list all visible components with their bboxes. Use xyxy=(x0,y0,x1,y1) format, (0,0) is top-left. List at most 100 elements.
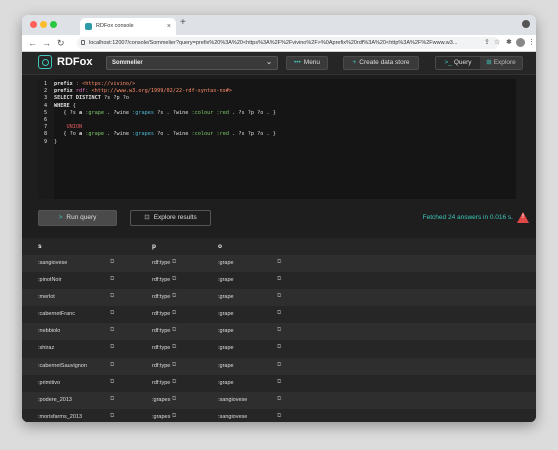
back-arrow-icon[interactable]: ← xyxy=(28,36,37,50)
table-cell[interactable]: :grapes xyxy=(152,414,170,420)
table-cell[interactable]: :grape xyxy=(218,277,234,283)
maximize-window-button[interactable] xyxy=(50,21,57,28)
tab-query[interactable]: >_ Query xyxy=(436,57,480,69)
code-line: 9} xyxy=(44,138,58,145)
table-cell[interactable]: :morisfarms_2013 xyxy=(38,414,82,420)
table-cell[interactable]: :primitivo xyxy=(38,380,60,386)
copy-icon[interactable]: ⧉ xyxy=(110,276,117,283)
table-cell[interactable]: rdf:type xyxy=(152,363,170,369)
table-cell[interactable]: :grape xyxy=(218,328,234,334)
table-cell[interactable]: rdf:type xyxy=(152,277,170,283)
table-cell[interactable]: :grape xyxy=(218,380,234,386)
run-query-button[interactable]: > Run query xyxy=(38,210,117,226)
copy-icon[interactable]: ⧉ xyxy=(277,310,284,317)
table-cell[interactable]: :grape xyxy=(218,363,234,369)
datastore-select[interactable]: Sommelier ⌄ xyxy=(106,56,278,70)
column-header-s[interactable]: s xyxy=(38,243,42,250)
table-cell[interactable]: :cabernetSauvignon xyxy=(38,363,87,369)
reload-icon[interactable]: ↻ xyxy=(57,36,65,50)
copy-icon[interactable]: ⧉ xyxy=(110,379,117,386)
copy-icon[interactable]: ⧉ xyxy=(110,396,117,403)
table-cell[interactable]: :grape xyxy=(218,311,234,317)
copy-icon[interactable]: ⧉ xyxy=(172,259,179,266)
copy-icon[interactable]: ⧉ xyxy=(277,362,284,369)
table-header: s p o xyxy=(22,238,536,255)
address-bar[interactable]: localhost:12007/console/Sommelier?query=… xyxy=(77,37,499,49)
table-cell[interactable]: :sangiovese xyxy=(218,414,247,420)
brand-name: RDFox xyxy=(57,56,93,68)
table-cell[interactable]: :merlot xyxy=(38,294,55,300)
explore-label: Explore xyxy=(493,59,516,66)
copy-icon[interactable]: ⧉ xyxy=(110,362,117,369)
copy-icon[interactable]: ⧉ xyxy=(277,413,284,420)
copy-icon[interactable]: ⧉ xyxy=(172,413,179,420)
new-tab-button[interactable]: + xyxy=(180,17,186,28)
table-cell[interactable]: :podere_2013 xyxy=(38,397,72,403)
copy-icon[interactable]: ⧉ xyxy=(172,344,179,351)
copy-icon[interactable]: ⧉ xyxy=(110,310,117,317)
table-cell[interactable]: :grape xyxy=(218,294,234,300)
bookmark-star-icon[interactable]: ☆ xyxy=(494,38,500,46)
table-body: :sangiovese ⧉ rdf:type ⧉:grape ⧉:pinotNoir ⧉ r… xyxy=(22,255,536,422)
copy-icon[interactable]: ⧉ xyxy=(172,396,179,403)
table-row: :primitivo ⧉ rdf:type ⧉:grape ⧉ xyxy=(22,374,536,392)
menu-button[interactable]: ••• Menu xyxy=(286,56,328,70)
table-cell[interactable]: :grape xyxy=(218,260,234,266)
copy-icon[interactable]: ⧉ xyxy=(277,259,284,266)
table-cell[interactable]: :grapes xyxy=(152,397,170,403)
puzzle-icon[interactable]: ✱ xyxy=(506,38,512,46)
explore-results-button[interactable]: ⊡ Explore results xyxy=(130,210,211,226)
table-cell[interactable]: :sangiovese xyxy=(218,397,247,403)
copy-icon[interactable]: ⧉ xyxy=(277,293,284,300)
profile-avatar-icon[interactable] xyxy=(516,38,525,47)
table-cell[interactable]: rdf:type xyxy=(152,294,170,300)
extension-icon[interactable] xyxy=(522,20,530,28)
forward-arrow-icon[interactable]: → xyxy=(42,36,51,50)
table-row: :cabernetFranc ⧉ rdf:type ⧉:grape ⧉ xyxy=(22,306,536,324)
copy-icon[interactable]: ⧉ xyxy=(277,276,284,283)
warning-icon[interactable] xyxy=(517,212,529,223)
copy-icon[interactable]: ⧉ xyxy=(172,327,179,334)
copy-icon[interactable]: ⧉ xyxy=(172,310,179,317)
copy-icon[interactable]: ⧉ xyxy=(110,293,117,300)
table-cell[interactable]: :cabernetFranc xyxy=(38,311,75,317)
close-window-button[interactable] xyxy=(30,21,37,28)
explore-results-label: Explore results xyxy=(153,214,197,221)
table-cell[interactable]: rdf:type xyxy=(152,311,170,317)
column-header-o[interactable]: o xyxy=(218,243,222,250)
table-cell[interactable]: :grape xyxy=(218,345,234,351)
more-vertical-icon[interactable]: ⋮ xyxy=(528,38,535,46)
copy-icon[interactable]: ⧉ xyxy=(277,379,284,386)
code-line: 6 xyxy=(44,117,48,124)
copy-icon[interactable]: ⧉ xyxy=(277,344,284,351)
browser-tab[interactable]: RDFox console × xyxy=(80,18,176,35)
copy-icon[interactable]: ⧉ xyxy=(277,396,284,403)
copy-icon[interactable]: ⧉ xyxy=(110,413,117,420)
table-cell[interactable]: :shiraz xyxy=(38,345,54,351)
table-cell[interactable]: rdf:type xyxy=(152,328,170,334)
table-cell[interactable]: rdf:type xyxy=(152,260,170,266)
copy-icon[interactable]: ⧉ xyxy=(110,327,117,334)
tab-close-icon[interactable]: × xyxy=(167,18,171,35)
table-cell[interactable]: :nebbiolo xyxy=(38,328,60,334)
column-header-p[interactable]: p xyxy=(152,243,156,250)
table-cell[interactable]: rdf:type xyxy=(152,345,170,351)
copy-icon[interactable]: ⧉ xyxy=(172,276,179,283)
copy-icon[interactable]: ⧉ xyxy=(172,293,179,300)
minimize-window-button[interactable] xyxy=(40,21,47,28)
table-cell[interactable]: rdf:type xyxy=(152,380,170,386)
run-label: Run query xyxy=(66,214,97,221)
create-datastore-button[interactable]: + Create data store xyxy=(343,56,419,70)
table-cell[interactable]: :pinotNoir xyxy=(38,277,62,283)
copy-icon[interactable]: ⧉ xyxy=(110,259,117,266)
table-cell[interactable]: :sangiovese xyxy=(38,260,67,266)
tab-explore[interactable]: ⊞ Explore xyxy=(480,57,522,69)
editor-code[interactable]: 1 prefix : <https://vivino/> 2 prefix rdf:… xyxy=(44,81,276,146)
copy-icon[interactable]: ⧉ xyxy=(110,344,117,351)
copy-icon[interactable]: ⧉ xyxy=(172,379,179,386)
share-icon[interactable]: ⇪ xyxy=(484,38,490,46)
copy-icon[interactable]: ⧉ xyxy=(277,327,284,334)
sparql-editor[interactable]: 1 prefix : <https://vivino/> 2 prefix rdf:… xyxy=(38,79,516,199)
copy-icon[interactable]: ⧉ xyxy=(172,362,179,369)
rdfox-app: RDFox Sommelier ⌄ ••• Menu + Create data s… xyxy=(22,52,536,422)
